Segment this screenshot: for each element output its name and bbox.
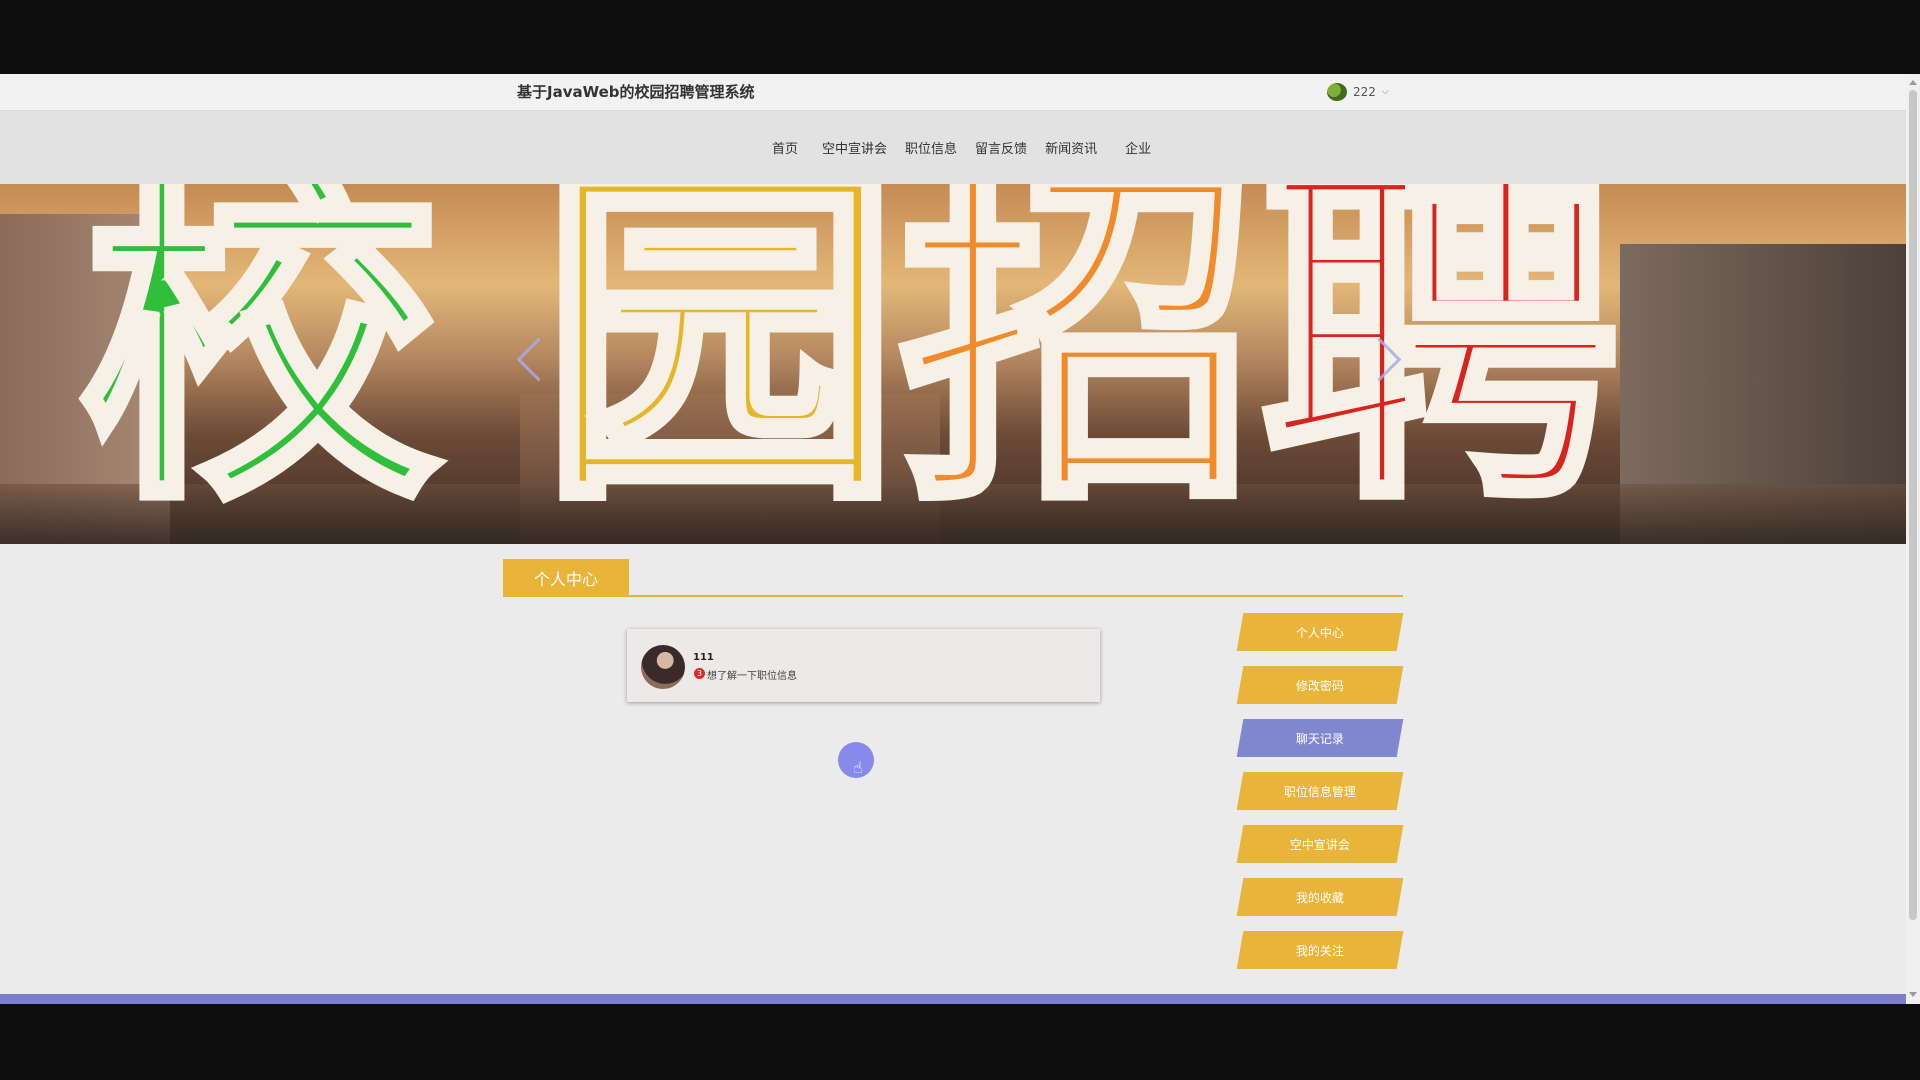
side-item-chat-records[interactable]: 聊天记录 [1236, 719, 1404, 757]
banner-glyph-3: 招 [896, 184, 1265, 544]
side-item-label: 我的关注 [1295, 943, 1344, 958]
nav-item-air-talk[interactable]: 空中宣讲会 [820, 136, 889, 159]
nav-item-jobs[interactable]: 职位信息 [903, 136, 959, 159]
scroll-up-icon[interactable] [1909, 80, 1917, 85]
scroll-down-icon[interactable] [1909, 992, 1917, 997]
unread-badge: 3 [694, 668, 705, 679]
top-bar: 基于JavaWeb的校园招聘管理系统 222 ⌵ [0, 74, 1906, 111]
chat-record-item[interactable]: 111 3 想了解一下职位信息 [627, 629, 1100, 702]
side-item-change-password[interactable]: 修改密码 [1236, 666, 1404, 704]
banner-glyph-4: 聘 [1256, 184, 1625, 544]
nav-list: 首页 空中宣讲会 职位信息 留言反馈 新闻资讯 企业 [770, 111, 1153, 184]
user-avatar[interactable] [1327, 83, 1347, 101]
banner-glyph-2: 园 [536, 184, 905, 544]
nav-item-company[interactable]: 企业 [1123, 136, 1153, 159]
side-item-favorites[interactable]: 我的收藏 [1236, 878, 1404, 916]
user-menu[interactable]: 222 ⌵ [1327, 82, 1389, 102]
footer-strip [0, 994, 1906, 1004]
side-menu: 个人中心 修改密码 聊天记录 职位信息管理 空中宣讲会 我的收藏 我的关注 [1236, 613, 1405, 984]
chevron-down-icon[interactable]: ⌵ [1382, 87, 1389, 97]
scrollbar[interactable] [1906, 74, 1920, 1004]
user-name[interactable]: 222 [1353, 85, 1376, 99]
nav-item-feedback[interactable]: 留言反馈 [973, 136, 1029, 159]
side-item-label: 空中宣讲会 [1289, 837, 1350, 852]
side-item-following[interactable]: 我的关注 [1236, 931, 1404, 969]
section-header: 个人中心 [503, 559, 1403, 597]
chat-last-message: 想了解一下职位信息 [707, 671, 797, 682]
nav-item-home[interactable]: 首页 [770, 136, 800, 159]
chat-avatar [641, 645, 685, 689]
banner-glyph-1: 校 [76, 184, 445, 544]
side-item-label: 我的收藏 [1295, 890, 1344, 905]
banner-carousel[interactable]: 校 园 招 聘 [0, 184, 1906, 544]
side-item-air-talk[interactable]: 空中宣讲会 [1236, 825, 1404, 863]
hand-pointer-icon: ☝ [853, 758, 863, 777]
browser-viewport: 基于JavaWeb的校园招聘管理系统 222 ⌵ 首页 空中宣讲会 职位信息 留… [0, 74, 1920, 1004]
side-item-label: 职位信息管理 [1283, 784, 1356, 799]
scroll-thumb[interactable] [1909, 90, 1917, 920]
side-item-label: 个人中心 [1295, 625, 1344, 640]
main-nav: 首页 空中宣讲会 职位信息 留言反馈 新闻资讯 企业 [0, 111, 1906, 184]
side-item-job-management[interactable]: 职位信息管理 [1236, 772, 1404, 810]
site-title: 基于JavaWeb的校园招聘管理系统 [517, 83, 755, 101]
nav-item-news[interactable]: 新闻资讯 [1043, 136, 1099, 159]
section-title: 个人中心 [503, 559, 629, 597]
side-item-label: 修改密码 [1295, 678, 1344, 693]
side-item-profile[interactable]: 个人中心 [1236, 613, 1404, 651]
side-item-label: 聊天记录 [1295, 731, 1344, 746]
chat-contact-name: 111 [693, 652, 714, 663]
